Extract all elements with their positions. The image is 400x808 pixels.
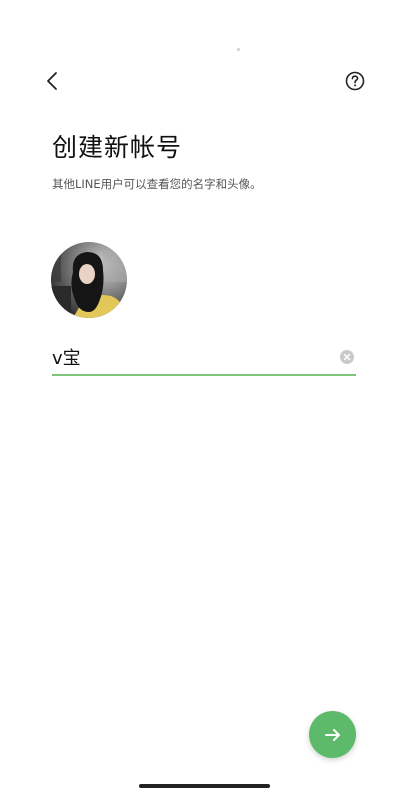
clear-circle-icon <box>340 350 354 364</box>
next-button[interactable] <box>309 711 356 758</box>
page-title: 创建新帐号 <box>52 133 183 162</box>
home-indicator <box>139 784 270 788</box>
page-subtitle: 其他LINE用户可以查看您的名字和头像。 <box>52 177 262 191</box>
name-field <box>52 340 356 376</box>
name-input[interactable] <box>52 342 322 372</box>
back-button[interactable] <box>38 66 66 96</box>
arrow-right-icon <box>324 728 340 741</box>
clear-button[interactable] <box>340 349 354 364</box>
question-circle-icon <box>345 71 365 91</box>
help-button[interactable] <box>344 70 366 92</box>
top-bar <box>0 0 400 110</box>
avatar[interactable] <box>51 242 127 318</box>
profile-photo <box>51 242 127 318</box>
chevron-left-icon <box>47 72 57 90</box>
